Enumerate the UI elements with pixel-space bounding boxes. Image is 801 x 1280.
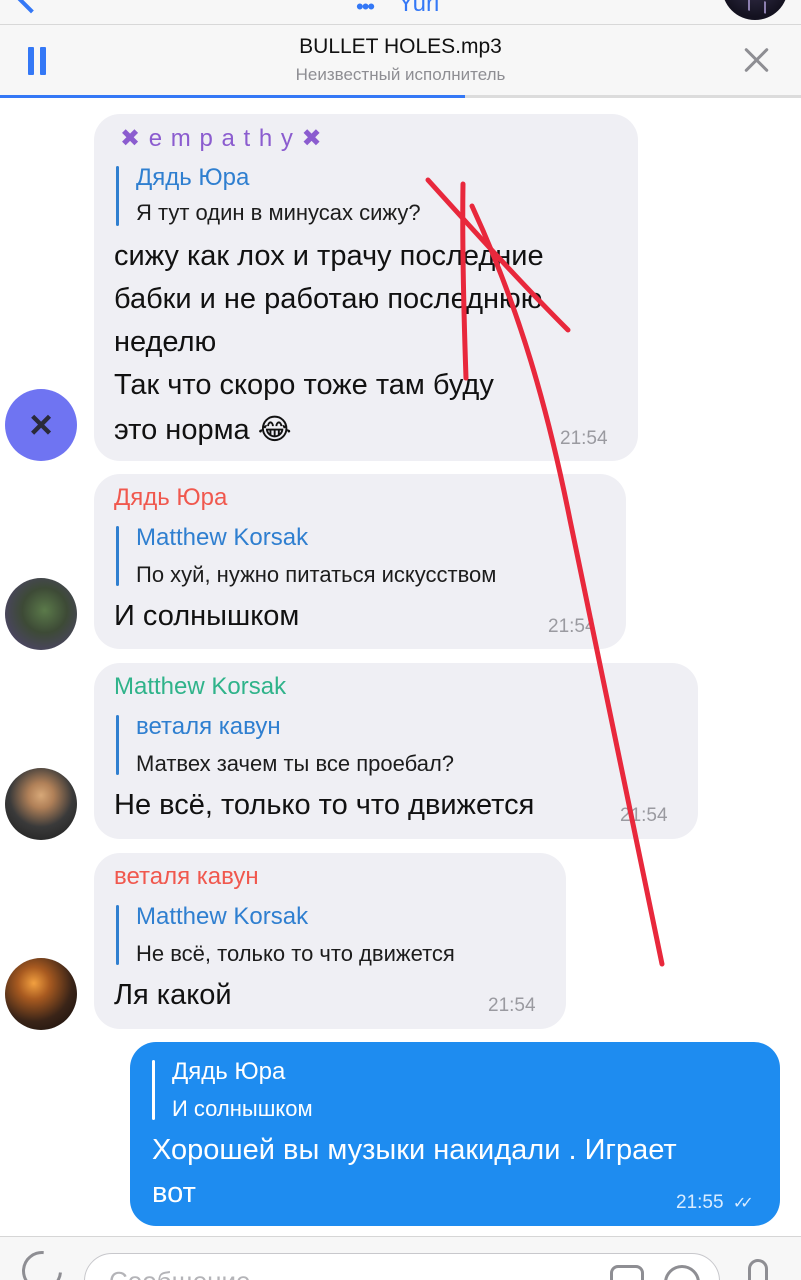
sticker-icon[interactable] (610, 1265, 644, 1280)
message-text-line: Не всё, только то что движется (114, 789, 535, 821)
avatar[interactable]: × (5, 389, 77, 461)
close-icon[interactable] (740, 43, 774, 77)
message-time: 21:54 (560, 428, 608, 449)
track-title: BULLET HOLES.mp3 (299, 35, 502, 58)
message-sender[interactable]: веталя кавун (114, 863, 259, 891)
reply-text[interactable]: Матвех зачем ты все проебал? (136, 751, 454, 777)
message-sender[interactable]: Дядь Юра (114, 484, 227, 512)
message-list[interactable]: × ✖ e m p a t h y ✖ Дядь Юра Я тут один … (0, 98, 801, 1236)
reply-bar (116, 715, 119, 775)
read-checkmarks-icon: ✓✓ (732, 1195, 754, 1212)
message-sender[interactable]: Matthew Korsak (114, 673, 286, 701)
message-text-line: неделю (114, 326, 217, 358)
message-text-line: сижу как лох и трачу последние (114, 240, 544, 272)
message-text-line: вот (152, 1177, 196, 1209)
back-chevron-icon[interactable] (12, 0, 50, 14)
reply-text[interactable]: По хуй, нужно питаться искусством (136, 562, 496, 588)
reply-name[interactable]: веталя кавун (136, 713, 281, 741)
typing-indicator-icon: ••• (356, 0, 375, 19)
close-icon: × (29, 403, 53, 447)
reply-text[interactable]: Не всё, только то что движется (136, 941, 455, 967)
chat-avatar[interactable] (722, 0, 788, 20)
message-bubble[interactable]: веталя кавун Matthew Korsak Не всё, толь… (94, 853, 566, 1029)
microphone-icon[interactable] (748, 1259, 768, 1280)
chat-screen: ••• Yuri BULLET HOLES.mp3 Неизвестный ис… (0, 0, 801, 1280)
reply-name[interactable]: Дядь Юра (172, 1058, 285, 1086)
message-time: 21:55 ✓✓ (676, 1192, 754, 1214)
message-time-text: 21:55 (676, 1192, 724, 1213)
avatar[interactable] (5, 768, 77, 840)
message-text-line: Хорошей вы музыки накидали . Играет (152, 1134, 677, 1166)
chat-header: ••• Yuri (0, 0, 801, 24)
message-bubble-outgoing[interactable]: Дядь Юра И солнышком Хорошей вы музыки н… (130, 1042, 780, 1226)
reply-bar (116, 905, 119, 965)
chat-title[interactable]: Yuri (398, 0, 439, 18)
avatar[interactable] (5, 578, 77, 650)
message-bubble[interactable]: ✖ e m p a t h y ✖ Дядь Юра Я тут один в … (94, 114, 638, 461)
message-bubble[interactable]: Matthew Korsak веталя кавун Матвех зачем… (94, 663, 698, 839)
reply-text[interactable]: И солнышком (172, 1096, 313, 1122)
message-text-line: Так что скоро тоже там буду (114, 369, 494, 401)
music-player-bar[interactable]: BULLET HOLES.mp3 Неизвестный исполнитель (0, 24, 801, 98)
message-time: 21:54 (620, 805, 668, 826)
message-bubble[interactable]: Дядь Юра Matthew Korsak По хуй, нужно пи… (94, 474, 626, 649)
reply-name[interactable]: Matthew Korsak (136, 524, 308, 552)
reply-bar (152, 1060, 155, 1120)
message-sender[interactable]: ✖ e m p a t h y ✖ (120, 124, 323, 153)
message-input-bar (0, 1236, 801, 1280)
message-time: 21:54 (488, 995, 536, 1016)
reply-name[interactable]: Дядь Юра (136, 164, 249, 192)
message-text-line: И солнышком (114, 600, 300, 632)
reply-bar (116, 526, 119, 586)
message-text-line: бабки и не работаю последнюю (114, 283, 543, 315)
track-artist: Неизвестный исполнитель (295, 65, 506, 84)
avatar[interactable] (5, 958, 77, 1030)
attach-icon[interactable] (13, 1242, 71, 1280)
reply-bar (116, 166, 119, 226)
message-text-line: это норма 😂 (114, 414, 292, 446)
message-text-line: Ля какой (114, 979, 232, 1011)
message-time: 21:54 (548, 616, 596, 637)
reply-text[interactable]: Я тут один в минусах сижу? (136, 200, 421, 226)
reply-name[interactable]: Matthew Korsak (136, 903, 308, 931)
